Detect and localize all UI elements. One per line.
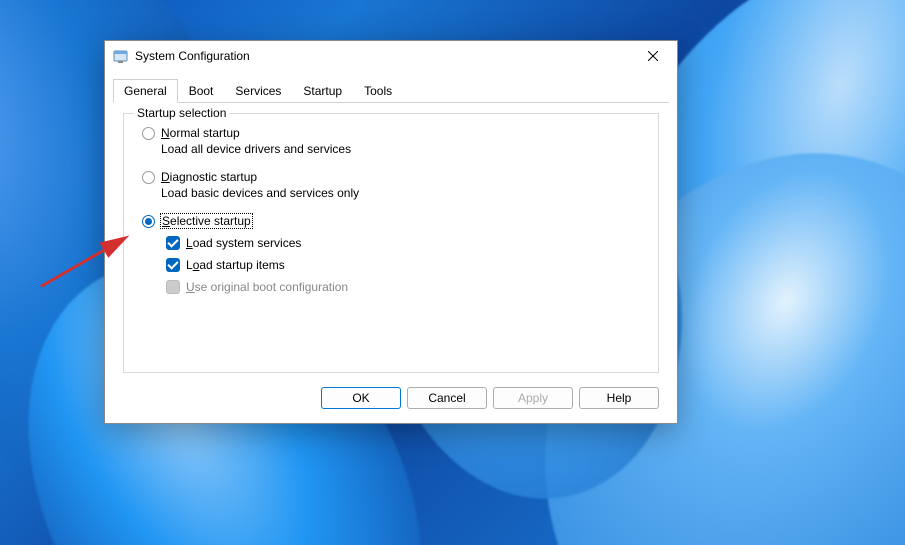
window-title: System Configuration: [135, 49, 637, 63]
diagnostic-startup-desc: Load basic devices and services only: [161, 186, 644, 200]
close-button[interactable]: [637, 44, 669, 68]
ok-button[interactable]: OK: [321, 387, 401, 409]
normal-startup-desc: Load all device drivers and services: [161, 142, 644, 156]
check-load-startup-items[interactable]: Load startup items: [166, 258, 644, 272]
check-use-original-boot: Use original boot configuration: [166, 280, 644, 294]
checkbox-icon: [166, 236, 180, 250]
help-button[interactable]: Help: [579, 387, 659, 409]
app-icon: [113, 48, 129, 64]
apply-button: Apply: [493, 387, 573, 409]
check-label: Load system services: [186, 236, 301, 250]
radio-label: Diagnostic startup: [161, 170, 257, 184]
startup-selection-group: Startup selection Normal startup Load al…: [123, 113, 659, 373]
radio-normal-startup[interactable]: Normal startup: [142, 126, 644, 140]
tab-tools[interactable]: Tools: [353, 79, 403, 102]
tabs-container: General Boot Services Startup Tools: [105, 71, 677, 103]
radio-selective-startup[interactable]: Selective startup: [142, 214, 644, 228]
close-icon: [648, 51, 658, 61]
radio-icon: [142, 127, 155, 140]
tab-general[interactable]: General: [113, 79, 178, 103]
dialog-buttons: OK Cancel Apply Help: [105, 387, 677, 423]
radio-label: Normal startup: [161, 126, 240, 140]
checkbox-icon: [166, 258, 180, 272]
check-label: Load startup items: [186, 258, 285, 272]
check-load-system-services[interactable]: Load system services: [166, 236, 644, 250]
system-configuration-dialog: System Configuration General Boot Servic…: [104, 40, 678, 424]
radio-icon: [142, 215, 155, 228]
check-label: Use original boot configuration: [186, 280, 348, 294]
tab-content: Startup selection Normal startup Load al…: [105, 103, 677, 387]
group-legend: Startup selection: [134, 106, 229, 120]
tab-startup[interactable]: Startup: [292, 79, 353, 102]
radio-label: Selective startup: [161, 214, 252, 228]
checkbox-icon: [166, 280, 180, 294]
cancel-button[interactable]: Cancel: [407, 387, 487, 409]
tab-services[interactable]: Services: [224, 79, 292, 102]
radio-diagnostic-startup[interactable]: Diagnostic startup: [142, 170, 644, 184]
tab-boot[interactable]: Boot: [178, 79, 225, 102]
titlebar: System Configuration: [105, 41, 677, 71]
radio-icon: [142, 171, 155, 184]
